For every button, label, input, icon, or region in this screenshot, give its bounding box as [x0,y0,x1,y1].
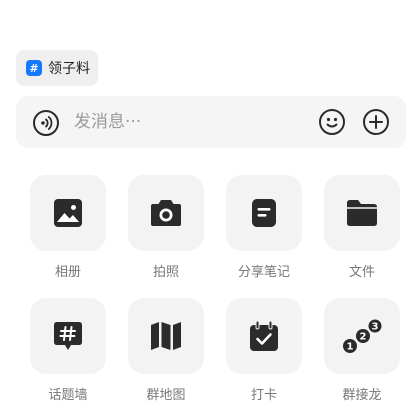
topic-icon [54,322,82,350]
action-album-box [30,175,106,251]
action-topic-wall[interactable]: 话题墙 [30,298,106,403]
action-check-in-box [226,298,302,374]
voice-icon [33,110,59,136]
action-group-map[interactable]: 群地图 [128,298,204,403]
action-label: 群接龙 [342,388,382,403]
action-group-chain-box: 1 2 3 [324,298,400,374]
action-camera[interactable]: 拍照 [128,175,204,280]
image-icon [54,199,82,227]
action-label: 相册 [54,265,81,280]
camera-icon [151,200,181,226]
svg-text:3: 3 [372,322,379,333]
action-check-in[interactable]: 打卡 [226,298,302,403]
smiley-icon [319,109,345,135]
svg-text:2: 2 [360,332,367,343]
message-composer [16,96,406,148]
topic-chip[interactable]: # 领子料 [16,50,98,86]
action-group-chain[interactable]: 1 2 3 群接龙 [324,298,400,403]
action-album[interactable]: 相册 [30,175,106,280]
action-camera-box [128,175,204,251]
more-button[interactable] [362,108,390,136]
action-label: 打卡 [250,388,277,403]
action-group-map-box [128,298,204,374]
note-icon [252,199,276,227]
map-icon [151,322,181,350]
message-input[interactable] [74,108,294,136]
topic-chip-label: 领子料 [48,61,90,77]
emoji-button[interactable] [318,108,346,136]
action-label: 话题墙 [48,388,88,403]
action-file-box [324,175,400,251]
chain-icon: 1 2 3 [343,319,382,353]
folder-icon [347,200,377,226]
action-file[interactable]: 文件 [324,175,400,280]
checkin-icon [250,320,278,351]
action-share-note[interactable]: 分享笔记 [226,175,302,280]
hashtag-icon: # [26,60,42,76]
voice-input-button[interactable] [32,109,60,137]
action-label: 文件 [348,265,375,280]
action-label: 拍照 [152,265,179,280]
plus-circle-icon [363,109,389,135]
action-label: 群地图 [146,388,186,403]
svg-text:1: 1 [347,342,354,353]
action-label: 分享笔记 [237,265,290,280]
action-share-note-box [226,175,302,251]
action-topic-wall-box [30,298,106,374]
